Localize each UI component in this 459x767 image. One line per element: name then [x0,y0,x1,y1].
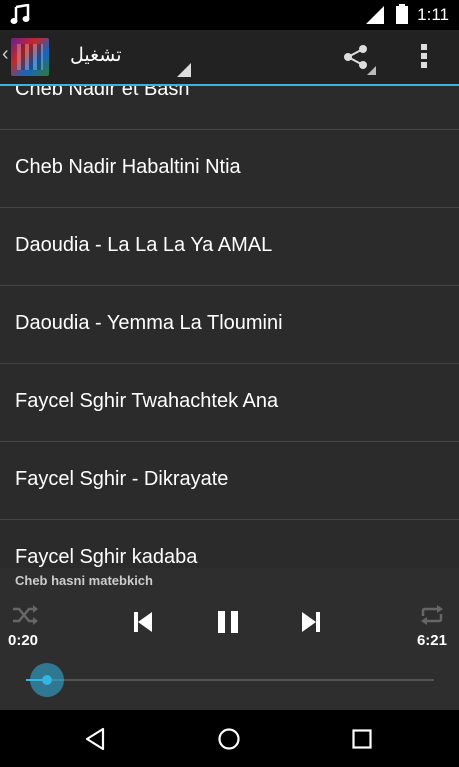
nav-recents-icon[interactable] [352,729,372,749]
nav-home-icon[interactable] [217,727,241,751]
list-item[interactable]: Cheb Nadir Habaltini Ntia [0,130,459,208]
seek-thumb[interactable] [30,663,65,697]
dropdown-indicator-icon [177,63,191,77]
nav-back-icon[interactable] [84,727,106,751]
song-title: Daoudia - Yemma La Tloumini [15,312,283,334]
total-duration: 6:21 [416,632,447,649]
song-title: Cheb Nadir et Bash [15,86,190,100]
elapsed-time: 0:20 [8,632,39,649]
repeat-icon[interactable] [420,605,444,625]
back-chevron-icon[interactable]: ‹ [2,43,9,66]
song-title: Daoudia - La La La Ya AMAL [15,234,273,256]
list-item[interactable]: Cheb Nadir et Bash [0,86,459,130]
list-item[interactable]: Faycel Sghir - Dikrayate [0,442,459,520]
song-list: Cheb Nadir et Bash Cheb Nadir Habaltini … [0,86,459,568]
next-icon[interactable] [302,612,320,632]
list-item[interactable]: Faycel Sghir kadaba [0,520,459,568]
song-title: Cheb Nadir Habaltini Ntia [15,156,241,178]
list-item[interactable]: Faycel Sghir Twahachtek Ana [0,364,459,442]
shuffle-icon[interactable] [12,605,38,625]
navigation-bar [0,710,459,767]
player-panel: Cheb hasni matebkich 0:20 6:21 [0,568,459,710]
list-item[interactable]: Daoudia - La La La Ya AMAL [0,208,459,286]
list-item[interactable]: Daoudia - Yemma La Tloumini [0,286,459,364]
app-icon[interactable] [11,38,49,76]
page-title[interactable]: تشغيل [70,44,122,67]
status-bar: 1:11 [0,0,459,30]
share-icon[interactable] [343,44,369,70]
battery-icon [396,4,408,24]
song-title: Faycel Sghir Twahachtek Ana [15,390,279,412]
overflow-menu-icon[interactable] [418,42,430,70]
music-note-icon [10,4,30,24]
status-time: 1:11 [417,5,449,24]
now-playing-title: Cheb hasni matebkich [15,573,153,588]
song-title: Faycel Sghir kadaba [15,546,198,568]
share-dropdown-indicator-icon [367,66,376,75]
previous-icon[interactable] [134,612,152,632]
song-title: Faycel Sghir - Dikrayate [15,468,229,490]
signal-icon [366,6,384,24]
seek-bar[interactable] [26,663,434,697]
pause-icon[interactable] [217,611,239,633]
action-bar: ‹ تشغيل [0,30,459,86]
